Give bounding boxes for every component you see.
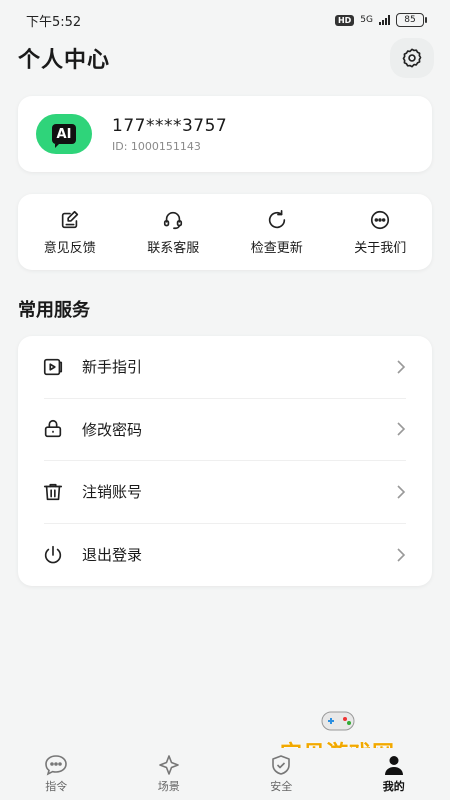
page-header: 个人中心 xyxy=(18,38,434,78)
bottom-tab-bar: 指令 场景 安全 我的 xyxy=(0,748,450,800)
tab-scenes[interactable]: 场景 xyxy=(113,748,226,800)
quick-action-support[interactable]: 联系客服 xyxy=(122,194,226,270)
quick-action-label: 意见反馈 xyxy=(43,240,96,256)
sparkle-icon xyxy=(158,755,179,775)
tab-security[interactable]: 安全 xyxy=(225,748,338,800)
quick-action-feedback[interactable]: 意见反馈 xyxy=(18,194,122,270)
profile-info: 177****3757 ID: 1000151143 xyxy=(112,116,227,153)
quick-action-label: 联系客服 xyxy=(147,240,200,256)
quick-action-check-update[interactable]: 检查更新 xyxy=(225,194,329,270)
battery-level: 85 xyxy=(404,15,416,25)
status-time: 下午5:52 xyxy=(26,14,82,30)
shield-icon xyxy=(272,755,291,775)
avatar: AI xyxy=(36,114,92,154)
tab-commands[interactable]: 指令 xyxy=(0,748,113,800)
service-label: 注销账号 xyxy=(82,483,143,502)
service-row-logout[interactable]: 退出登录 xyxy=(44,524,406,587)
chevron-right-icon xyxy=(397,485,406,499)
user-phone: 177****3757 xyxy=(112,115,228,136)
tab-label: 安全 xyxy=(270,780,293,793)
chevron-right-icon xyxy=(397,548,406,562)
video-guide-icon xyxy=(43,358,63,375)
quick-actions-card: 意见反馈 联系客服 检查更新 关于我们 xyxy=(18,194,432,270)
status-bar: 下午5:52 HD 5G 85 xyxy=(0,0,450,40)
services-section-title: 常用服务 xyxy=(18,300,90,321)
headset-icon xyxy=(164,211,183,229)
gamepad-icon xyxy=(321,711,355,731)
network-label: 5G xyxy=(360,15,373,25)
trash-icon xyxy=(43,483,63,500)
profile-card[interactable]: AI 177****3757 ID: 1000151143 xyxy=(18,96,432,172)
settings-button[interactable] xyxy=(390,38,434,78)
tab-mine[interactable]: 我的 xyxy=(338,748,450,800)
chat-bubble-icon xyxy=(45,755,68,776)
signal-icon xyxy=(379,15,390,25)
status-indicators: HD 5G 85 xyxy=(334,13,427,27)
service-label: 修改密码 xyxy=(82,420,143,439)
hd-badge: HD xyxy=(334,14,355,26)
service-label: 退出登录 xyxy=(82,546,143,565)
service-row-guide[interactable]: 新手指引 xyxy=(43,336,406,399)
power-icon xyxy=(44,545,62,564)
refresh-icon xyxy=(268,209,285,228)
quick-action-label: 关于我们 xyxy=(354,240,407,256)
quick-action-label: 检查更新 xyxy=(250,240,303,256)
more-dots-icon xyxy=(371,210,390,229)
services-card: 新手指引 修改密码 注销账号 退出登录 xyxy=(18,336,432,586)
tab-label: 指令 xyxy=(45,780,68,793)
battery-icon: 85 xyxy=(396,13,427,27)
tab-label: 我的 xyxy=(382,780,405,793)
avatar-ai-badge: AI xyxy=(52,124,76,148)
page-title: 个人中心 xyxy=(18,48,111,73)
service-row-change-password[interactable]: 修改密码 xyxy=(44,399,406,461)
feedback-icon xyxy=(61,210,78,228)
chevron-right-icon xyxy=(397,360,406,374)
person-icon xyxy=(384,756,403,775)
chevron-right-icon xyxy=(397,422,406,436)
user-id: ID: 1000151143 xyxy=(112,139,201,153)
service-label: 新手指引 xyxy=(82,358,143,377)
quick-action-about[interactable]: 关于我们 xyxy=(329,194,433,270)
lock-icon xyxy=(44,420,62,438)
tab-label: 场景 xyxy=(157,780,180,793)
service-row-delete-account[interactable]: 注销账号 xyxy=(43,461,406,524)
gear-icon xyxy=(402,48,422,68)
